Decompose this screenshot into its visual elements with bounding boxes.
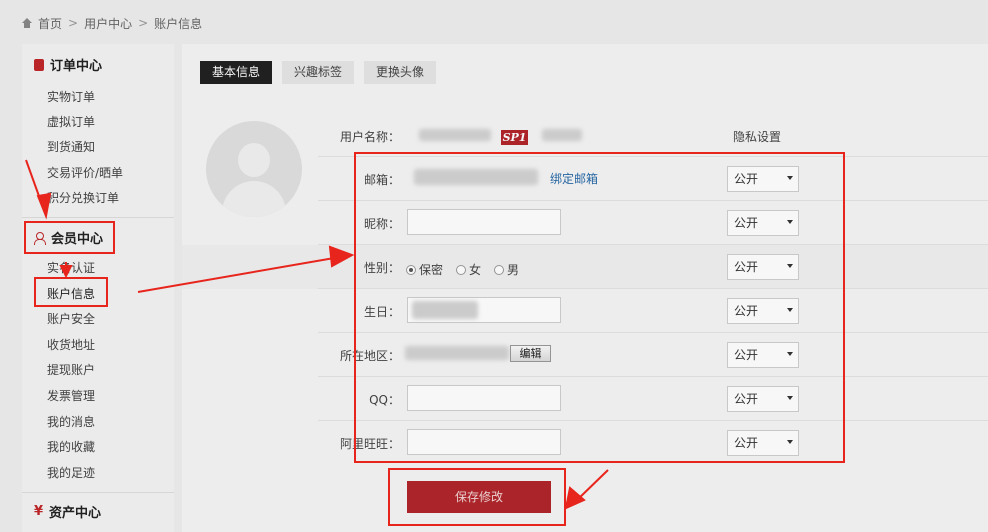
arrow-head xyxy=(564,486,586,510)
arrow-head xyxy=(59,265,73,279)
arrow-head xyxy=(36,192,52,220)
arrow-head xyxy=(328,245,355,268)
arrow-to-form xyxy=(137,256,341,293)
annotation-arrows xyxy=(25,159,609,510)
